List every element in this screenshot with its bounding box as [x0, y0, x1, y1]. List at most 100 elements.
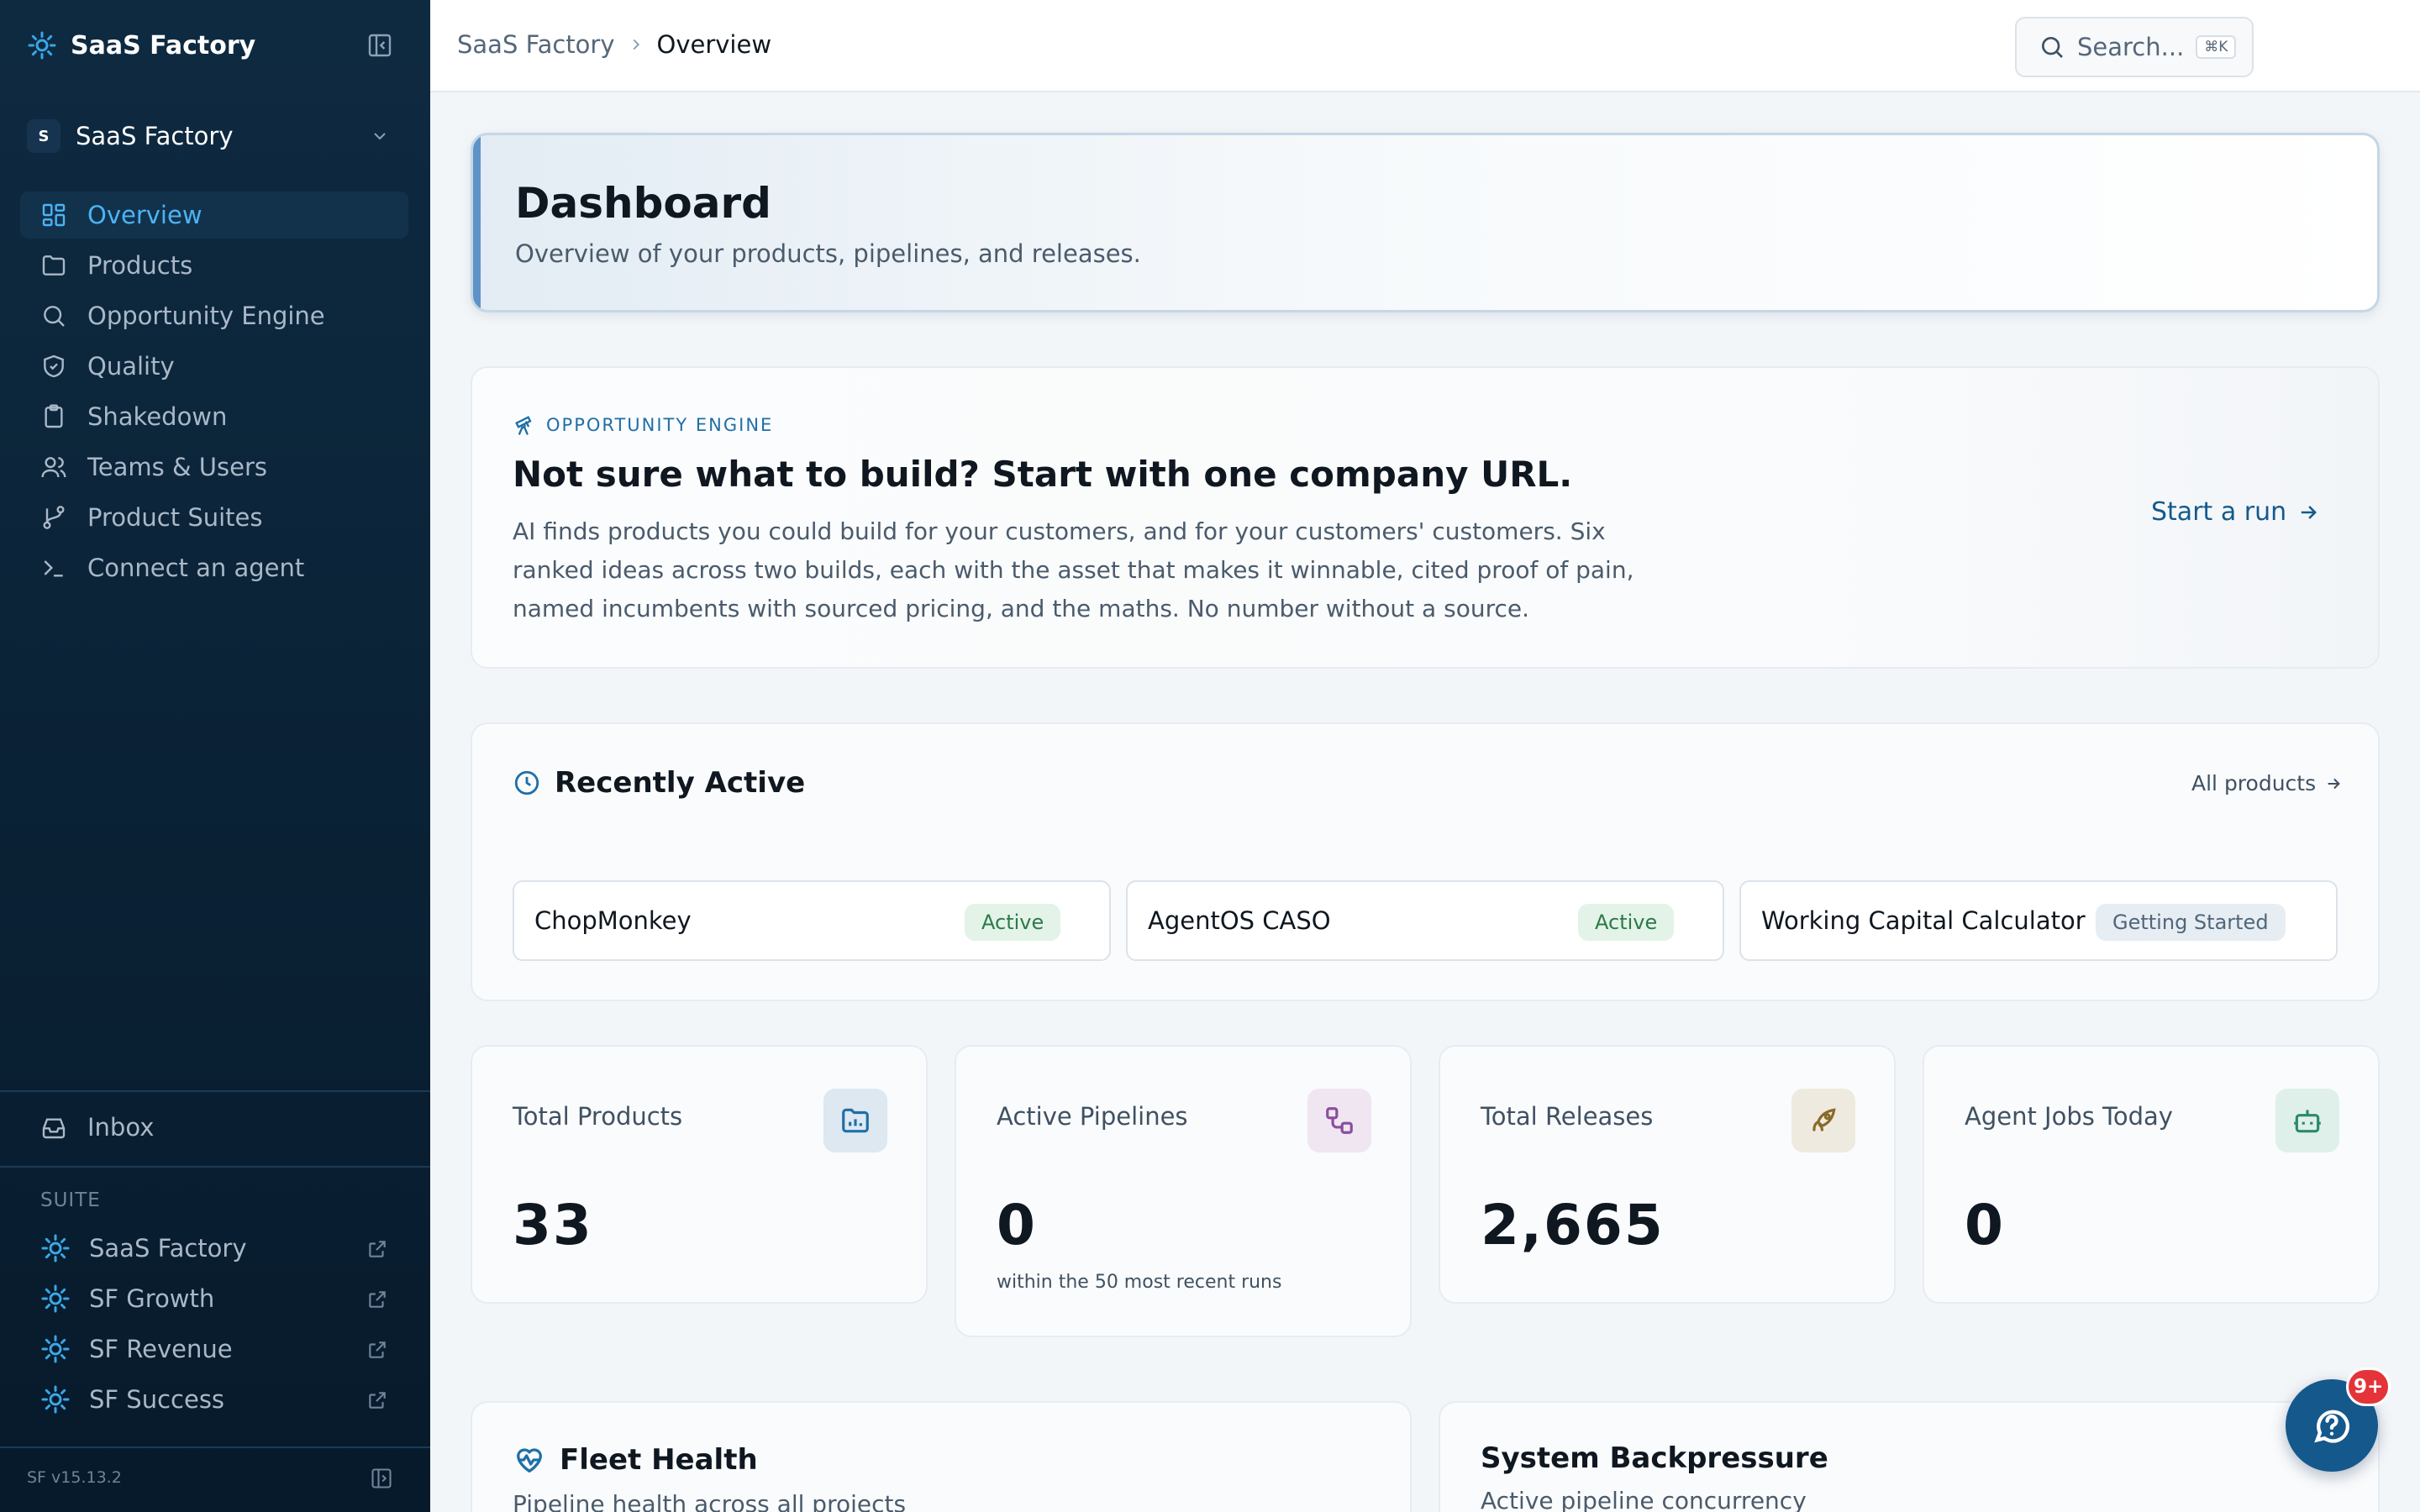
suite-item-sf-growth[interactable]: SF Growth [20, 1275, 408, 1322]
sidebar-toggle-icon[interactable] [370, 1467, 393, 1490]
nav-label: Quality [87, 352, 175, 381]
search-icon [2042, 37, 2063, 58]
fleet-health-heading: Fleet Health [513, 1443, 758, 1477]
nav-label: Connect an agent [87, 554, 305, 582]
status-badge: Getting Started [2096, 904, 2286, 941]
dashboard-header: Dashboard Overview of your products, pip… [471, 133, 2380, 312]
page-subtitle: Overview of your products, pipelines, an… [515, 239, 1141, 268]
section-subtitle: Active pipeline concurrency [1481, 1487, 1807, 1512]
nav-item-product-suites[interactable]: Product Suites [20, 494, 408, 541]
suite-item-sf-revenue[interactable]: SF Revenue [20, 1326, 408, 1373]
workspace-switcher[interactable]: S SaaS Factory [27, 116, 403, 156]
nav-label: Teams & Users [87, 453, 268, 481]
stat-value: 0 [1965, 1193, 2005, 1257]
nav-item-opportunity-engine[interactable]: Opportunity Engine [20, 292, 408, 339]
nav-item-teams-users[interactable]: Teams & Users [20, 444, 408, 491]
divider [0, 1446, 430, 1448]
inbox-label: Inbox [87, 1113, 155, 1142]
sun-logo-icon [41, 1234, 70, 1263]
start-run-label: Start a run [2151, 497, 2287, 527]
divider [0, 1166, 430, 1168]
stat-label: Agent Jobs Today [1965, 1102, 2173, 1131]
sun-logo-icon [28, 31, 56, 60]
stat-icon-box [1791, 1089, 1855, 1152]
clipboard-icon [45, 404, 63, 428]
telescope-icon [515, 416, 532, 435]
topbar: SaaS Factory Overview Search... ⌘K [430, 0, 2420, 92]
nav-label: Product Suites [87, 503, 263, 532]
all-products-label: All products [2191, 771, 2317, 795]
suite-label: SF Revenue [89, 1335, 233, 1363]
section-title: Fleet Health [560, 1443, 758, 1477]
stat-icon-box [2275, 1089, 2339, 1152]
product-name: ChopMonkey [534, 906, 692, 935]
accent-bar [473, 135, 481, 310]
search-input[interactable]: Search... ⌘K [2015, 17, 2254, 77]
product-name: AgentOS CASO [1148, 906, 1331, 935]
inbox-icon [42, 1118, 66, 1139]
clock-icon [514, 770, 539, 795]
arrow-right-icon [2328, 778, 2340, 789]
recently-active-card: Recently Active All products ChopMonkey … [471, 722, 2380, 1001]
stat-card-active-pipelines[interactable]: Active Pipelines 0 within the 50 most re… [955, 1045, 1412, 1337]
nav-item-shakedown[interactable]: Shakedown [20, 393, 408, 440]
rocket-icon [1812, 1108, 1836, 1131]
external-link-icon [369, 1392, 386, 1409]
stat-card-total-products[interactable]: Total Products 33 [471, 1045, 928, 1304]
product-name: Working Capital Calculator [1761, 906, 2086, 935]
external-link-icon [369, 1291, 386, 1308]
arrow-right-icon [2301, 505, 2317, 519]
sidebar: SaaS Factory S SaaS Factory Overview Pro… [0, 0, 430, 1512]
section-title: Recently Active [555, 766, 806, 800]
stat-card-total-releases[interactable]: Total Releases 2,665 [1439, 1045, 1896, 1304]
nav-label: Overview [87, 201, 203, 229]
opportunity-title: Not sure what to build? Start with one c… [513, 454, 1573, 495]
workflow-icon [1326, 1107, 1353, 1134]
stat-value: 2,665 [1481, 1193, 1665, 1257]
notification-badge: 9+ [2346, 1368, 2391, 1406]
suite-heading: SUITE [40, 1189, 101, 1211]
section-title: System Backpressure [1481, 1441, 1828, 1475]
nav-item-overview[interactable]: Overview [20, 192, 408, 239]
terminal-icon [44, 560, 63, 577]
nav-item-quality[interactable]: Quality [20, 343, 408, 390]
stat-card-agent-jobs[interactable]: Agent Jobs Today 0 [1923, 1045, 2380, 1304]
folder-icon [42, 255, 66, 276]
users-icon [41, 457, 66, 478]
fleet-health-card: Fleet Health Pipeline health across all … [471, 1401, 1412, 1512]
workspace-avatar: S [27, 119, 60, 153]
nav-item-inbox[interactable]: Inbox [20, 1104, 408, 1151]
nav-item-connect-agent[interactable]: Connect an agent [20, 544, 408, 591]
main-nav: Overview Products Opportunity Engine Qua… [20, 192, 408, 595]
stat-icon-box [1307, 1089, 1371, 1152]
nav-label: Products [87, 251, 193, 280]
section-subtitle: Pipeline health across all projects [513, 1490, 907, 1512]
suite-item-saas-factory[interactable]: SaaS Factory [20, 1225, 408, 1272]
chevron-down-icon [374, 133, 386, 140]
divider [0, 1090, 430, 1092]
sidebar-collapse-icon[interactable] [366, 32, 393, 59]
product-card-agentos-caso[interactable]: AgentOS CASO Active [1126, 880, 1724, 961]
sun-logo-icon [41, 1284, 70, 1313]
nav-item-products[interactable]: Products [20, 242, 408, 289]
all-products-link[interactable]: All products [2191, 771, 2343, 795]
stat-value: 0 [997, 1193, 1037, 1257]
page-title: Dashboard [515, 179, 771, 228]
suite-item-sf-success[interactable]: SF Success [20, 1376, 408, 1423]
product-card-chopmonkey[interactable]: ChopMonkey Active [513, 880, 1111, 961]
start-run-button[interactable]: Start a run [2151, 497, 2320, 527]
stat-icon-box [823, 1089, 887, 1152]
stat-label: Active Pipelines [997, 1102, 1188, 1131]
sun-logo-icon [41, 1385, 70, 1414]
status-badge: Active [1578, 904, 1675, 941]
breadcrumb-root[interactable]: SaaS Factory [457, 30, 615, 59]
status-badge: Active [965, 904, 1061, 941]
opportunity-kicker: OPPORTUNITY ENGINE [513, 413, 773, 437]
stat-label: Total Releases [1481, 1102, 1654, 1131]
search-icon [44, 306, 65, 327]
brand[interactable]: SaaS Factory [27, 29, 255, 62]
workspace-name: SaaS Factory [76, 122, 234, 150]
chevron-right-icon [633, 39, 639, 50]
opportunity-engine-card: OPPORTUNITY ENGINE Not sure what to buil… [471, 366, 2380, 669]
product-card-working-capital[interactable]: Working Capital Calculator Getting Start… [1739, 880, 2338, 961]
